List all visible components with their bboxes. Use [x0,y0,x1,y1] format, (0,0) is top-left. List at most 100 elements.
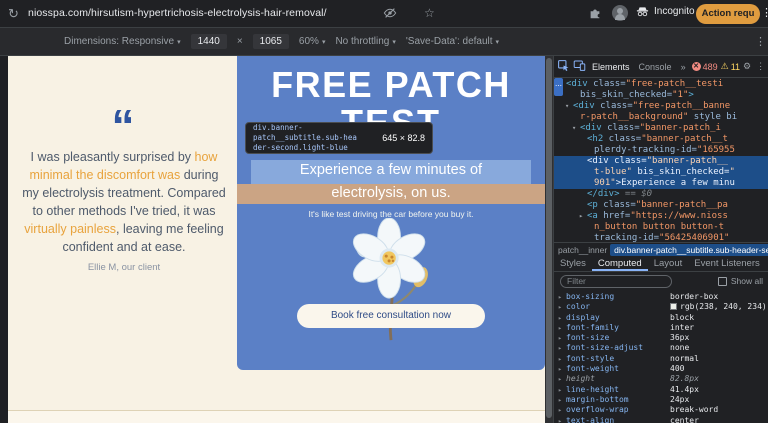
computed-property-row[interactable]: ▸overflow-wrapbreak-word [558,405,768,415]
inspect-element-icon[interactable] [557,59,570,74]
dom-tree-row[interactable]: ▾<div class="free-patch__banne [554,101,768,112]
computed-property-row[interactable]: ▸line-height41.4px [558,385,768,395]
settings-gear-icon[interactable]: ⚙ [743,61,751,72]
tab-event-listeners[interactable]: Event Listeners [688,256,765,271]
extensions-puzzle-icon[interactable] [588,6,602,23]
computed-property-row[interactable]: ▸height82.8px [558,374,768,384]
tab-elements[interactable]: Elements [589,60,633,74]
scrollbar-thumb[interactable] [546,58,552,418]
computed-property-row[interactable]: ▸font-familyinter [558,323,768,333]
throttling-dropdown[interactable]: No throttling ▾ [335,36,395,47]
profile-avatar[interactable] [612,5,628,21]
bookmark-star-icon[interactable]: ☆ [424,6,435,20]
dom-tree-row[interactable]: 901">Experience a few minu [554,178,768,189]
eye-off-icon[interactable] [383,6,397,23]
dom-tree-row[interactable]: plerdy-tracking-id="165955 [554,145,768,156]
property-name: font-size [566,333,670,343]
tab-styles[interactable]: Styles [554,256,592,271]
tooltip-dimensions: 645 × 82.8 [382,133,425,143]
expand-arrow-icon[interactable]: ▸ [558,302,566,312]
dom-tree-row[interactable]: tracking-id="56425406901" [554,233,768,242]
computed-property-row[interactable]: ▸font-weight400 [558,364,768,374]
expand-arrow-icon[interactable]: ▾ [565,101,573,112]
viewport-height-field[interactable]: 1065 [253,34,289,49]
expand-arrow-icon[interactable]: ▸ [558,333,566,343]
property-name: color [566,302,670,312]
property-value: inter [670,323,694,332]
more-tabs-chevron[interactable]: » [678,60,689,74]
expand-arrow-icon[interactable]: ▸ [558,374,566,384]
show-all-checkbox[interactable] [718,277,727,286]
property-value: break-word [670,405,718,414]
tab-computed[interactable]: Computed [592,256,648,271]
free-patch-banner: FREE PATCH TEST Experience a few minutes… [237,56,545,370]
expand-arrow-icon[interactable]: ▸ [558,354,566,364]
property-value: 82.8px [670,374,699,383]
computed-property-row[interactable]: ▸box-sizingborder-box [558,292,768,302]
breadcrumb: patch__inner div.banner-patch__subtitle.… [554,242,768,256]
dom-tree-row[interactable]: ▾<div class="free-patch__testi [554,79,768,90]
testimonial-highlight: virtually painless [24,222,116,236]
tooltip-selector-line1: div.banner-patch__subtitle.sub-hea [253,123,374,143]
property-value: 36px [670,333,689,342]
save-data-dropdown[interactable]: 'Save-Data': default ▾ [406,36,499,47]
tab-layout[interactable]: Layout [648,256,689,271]
error-count-badge[interactable]: ✕ 489 [692,62,718,72]
chevron-down-icon: ▾ [392,38,396,46]
computed-property-row[interactable]: ▸margin-bottom24px [558,395,768,405]
expand-arrow-icon[interactable]: ▸ [558,385,566,395]
expand-arrow-icon[interactable]: ▸ [558,292,566,302]
dom-tree-row[interactable]: ▾<div class="banner-patch_i [554,123,768,134]
warning-icon: ⚠ [721,61,729,72]
dom-tree-row[interactable]: </div> == $0 [554,189,768,200]
dom-tree-row[interactable]: ▸<a href="https://www.nioss [554,211,768,222]
computed-property-row[interactable]: ▸displayblock [558,313,768,323]
computed-property-row[interactable]: ▸text-aligncenter [558,416,768,423]
viewport-width-field[interactable]: 1440 [191,34,227,49]
dimensions-dropdown[interactable]: Dimensions: Responsive ▾ [64,36,181,47]
expand-arrow-icon[interactable]: ▸ [558,395,566,405]
dom-more-actions-button[interactable]: ⋯ [554,78,563,96]
computed-property-row[interactable]: ▸font-size36px [558,333,768,343]
book-consultation-button[interactable]: Book free consultation now [297,304,485,328]
computed-property-row[interactable]: ▸colorrgb(238, 240, 234) [558,302,768,312]
computed-property-row[interactable]: ▸font-size-adjustnone [558,343,768,353]
breadcrumb-item[interactable]: patch__inner [558,245,607,255]
expand-arrow-icon[interactable]: ▸ [558,405,566,415]
property-value: border-box [670,292,718,301]
dom-tree-row[interactable]: r-patch__background" style bi [554,112,768,123]
property-value: block [670,313,694,322]
dom-tree-row[interactable]: t-blue" bis_skin_checked=" [554,167,768,178]
dom-tree-row[interactable]: bis_skin_checked="1"> [554,90,768,101]
expand-arrow-icon[interactable]: ▸ [558,323,566,333]
expand-arrow-icon[interactable]: ▸ [558,313,566,323]
property-name: font-style [566,354,670,364]
address-bar[interactable]: niosspa.com/hirsutism-hypertrichosis-ele… [28,7,327,19]
computed-property-row[interactable]: ▸font-stylenormal [558,354,768,364]
device-toolbar-icon[interactable] [573,59,586,74]
dom-tree-row[interactable]: <p class="banner-patch__pa [554,200,768,211]
error-icon: ✕ [692,62,701,71]
device-toolbar: Dimensions: Responsive ▾ 1440 × 1065 60%… [0,28,768,56]
dom-tree-row[interactable]: <div class="banner-patch__ [554,156,768,167]
filter-input[interactable] [560,275,672,288]
expand-arrow-icon[interactable]: ▾ [572,123,580,134]
chevron-down-icon: ▾ [496,38,500,46]
expand-arrow-icon[interactable]: ▸ [579,211,587,222]
expand-arrow-icon[interactable]: ▸ [558,364,566,374]
warning-count-badge[interactable]: ⚠ 11 [721,61,740,72]
expand-arrow-icon[interactable]: ▸ [558,416,566,423]
action-required-button[interactable]: Action requ [696,4,760,24]
expand-arrow-icon[interactable]: ▸ [558,343,566,353]
dom-tree-row[interactable]: n_button button button-t [554,222,768,233]
reload-icon[interactable]: ↻ [8,6,19,22]
browser-menu-icon[interactable]: ⋮ [761,6,768,19]
dom-tree-row[interactable]: <h2 class="banner-patch__t [554,134,768,145]
breadcrumb-item-selected[interactable]: div.banner-patch__subtitle.sub-header-se… [610,244,768,256]
devtools-menu-icon[interactable]: ⋮ [756,61,765,72]
show-all-toggle[interactable]: Show all [718,276,763,286]
device-toolbar-menu-icon[interactable]: ⋮ [755,35,766,48]
zoom-dropdown[interactable]: 60% ▾ [299,36,326,47]
banner-subtitle-line1: Experience a few minutes of [237,162,545,178]
tab-console[interactable]: Console [636,60,675,74]
